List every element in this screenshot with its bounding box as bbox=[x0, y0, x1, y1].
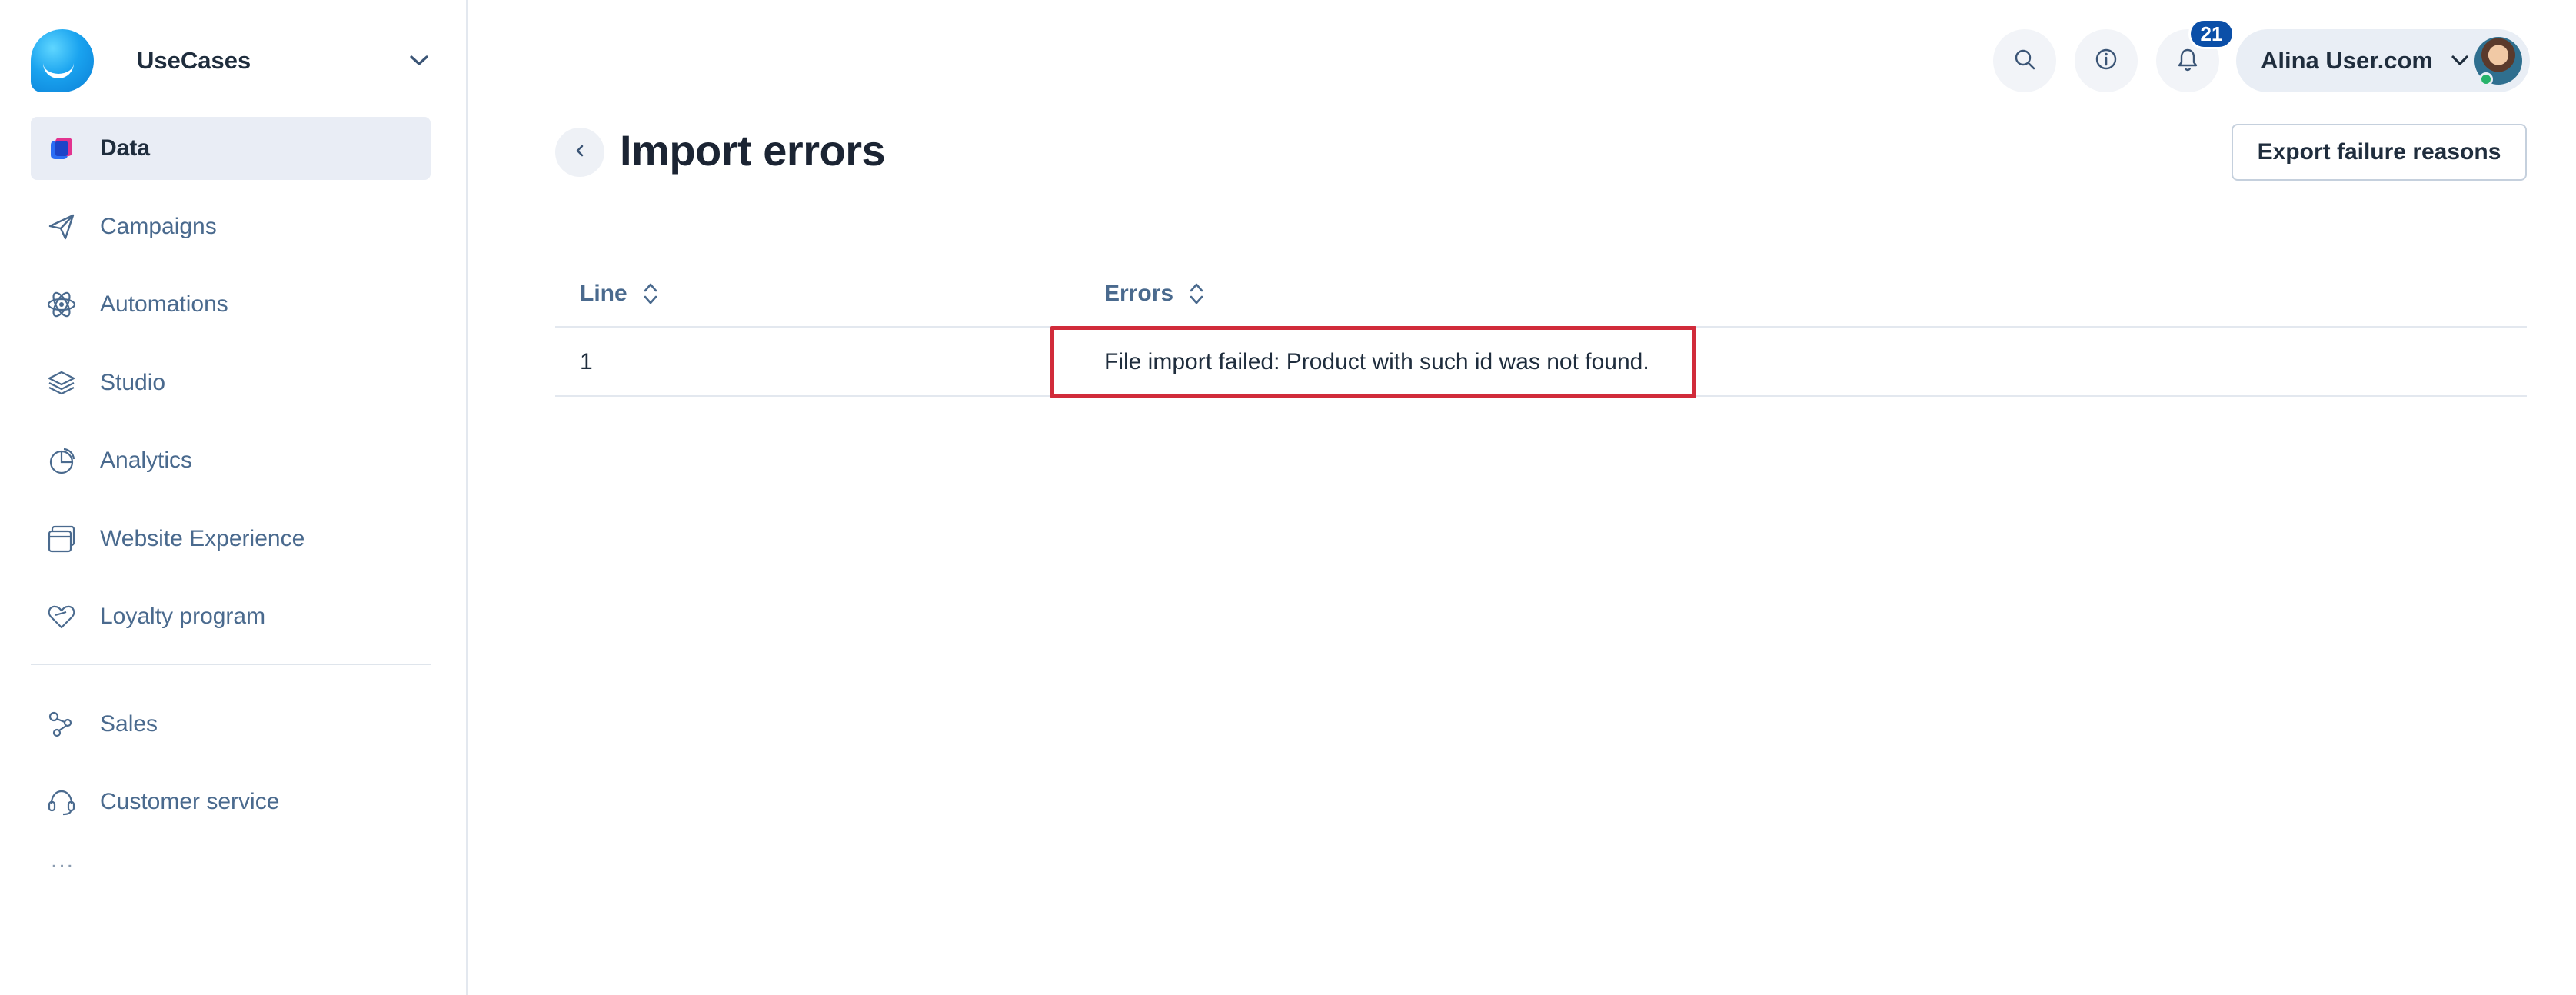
sidebar-item-label: Campaigns bbox=[100, 213, 217, 239]
workspace-name: UseCases bbox=[137, 47, 251, 74]
chevron-left-icon bbox=[574, 143, 586, 162]
error-highlight-box bbox=[1050, 326, 1696, 398]
user-name: Alina User.com bbox=[2261, 47, 2433, 74]
browser-window-icon bbox=[45, 522, 78, 556]
sidebar-item-label: Studio bbox=[100, 369, 166, 395]
search-icon bbox=[2012, 47, 2037, 75]
column-header-errors[interactable]: Errors bbox=[1104, 260, 1207, 328]
sidebar-item-analytics[interactable]: Analytics bbox=[31, 429, 431, 492]
sort-icon bbox=[1186, 279, 1207, 308]
paper-plane-icon bbox=[45, 210, 78, 244]
sidebar-item-label: Sales bbox=[100, 710, 158, 737]
chevron-down-icon bbox=[2450, 51, 2470, 71]
data-icon bbox=[45, 131, 78, 165]
sidebar: UseCases Data Campaigns Automations Stud… bbox=[0, 0, 468, 995]
column-header-label: Line bbox=[580, 281, 627, 306]
pie-chart-icon bbox=[45, 444, 78, 478]
column-header-label: Errors bbox=[1104, 281, 1174, 306]
chevron-down-icon bbox=[408, 49, 431, 72]
sidebar-item-data[interactable]: Data bbox=[31, 117, 431, 180]
search-button[interactable] bbox=[1993, 29, 2056, 92]
heart-tag-icon bbox=[45, 600, 78, 634]
import-errors-table: Line Errors 1 File import failed: Produc… bbox=[555, 260, 2527, 398]
back-button[interactable] bbox=[555, 128, 604, 177]
page-title: Import errors bbox=[620, 126, 886, 175]
sales-pipeline-icon bbox=[45, 707, 78, 741]
sidebar-item-label: Website Experience bbox=[100, 525, 305, 551]
workspace-logo bbox=[31, 29, 94, 92]
export-failure-reasons-button[interactable]: Export failure reasons bbox=[2232, 124, 2527, 181]
sidebar-divider bbox=[31, 663, 431, 665]
online-status-dot bbox=[2479, 72, 2493, 86]
info-button[interactable] bbox=[2075, 29, 2138, 92]
table-header: Line Errors bbox=[555, 260, 2527, 328]
headset-icon bbox=[45, 785, 78, 819]
column-header-line[interactable]: Line bbox=[580, 260, 661, 328]
layers-icon bbox=[45, 366, 78, 400]
sidebar-item-label: Data bbox=[100, 135, 151, 161]
atom-icon bbox=[45, 288, 78, 321]
sidebar-item-label: Automations bbox=[100, 291, 228, 317]
sidebar-item-label: Loyalty program bbox=[100, 604, 266, 629]
line-cell: 1 bbox=[580, 349, 593, 374]
sort-icon bbox=[640, 279, 661, 308]
table-row: 1 File import failed: Product with such … bbox=[555, 326, 2527, 398]
more-menu-button[interactable]: ... bbox=[31, 848, 431, 880]
info-icon bbox=[2094, 47, 2118, 75]
workspace-switcher[interactable]: UseCases bbox=[31, 29, 431, 92]
sidebar-item-studio[interactable]: Studio bbox=[31, 351, 431, 414]
sidebar-item-label: Customer service bbox=[100, 789, 280, 814]
sidebar-item-website-experience[interactable]: Website Experience bbox=[31, 507, 431, 571]
notification-count-badge: 21 bbox=[2188, 18, 2235, 49]
sidebar-item-automations[interactable]: Automations bbox=[31, 273, 431, 336]
sidebar-item-loyalty-program[interactable]: Loyalty program bbox=[31, 585, 431, 648]
user-menu[interactable]: Alina User.com bbox=[2236, 29, 2530, 92]
sidebar-item-sales[interactable]: Sales bbox=[31, 693, 431, 756]
main-nav: Data Campaigns Automations Studio Analyt… bbox=[31, 117, 431, 880]
sidebar-item-label: Analytics bbox=[100, 448, 193, 473]
sidebar-item-customer-service[interactable]: Customer service bbox=[31, 770, 431, 834]
sidebar-item-campaigns[interactable]: Campaigns bbox=[31, 195, 431, 258]
bell-icon bbox=[2176, 47, 2199, 75]
